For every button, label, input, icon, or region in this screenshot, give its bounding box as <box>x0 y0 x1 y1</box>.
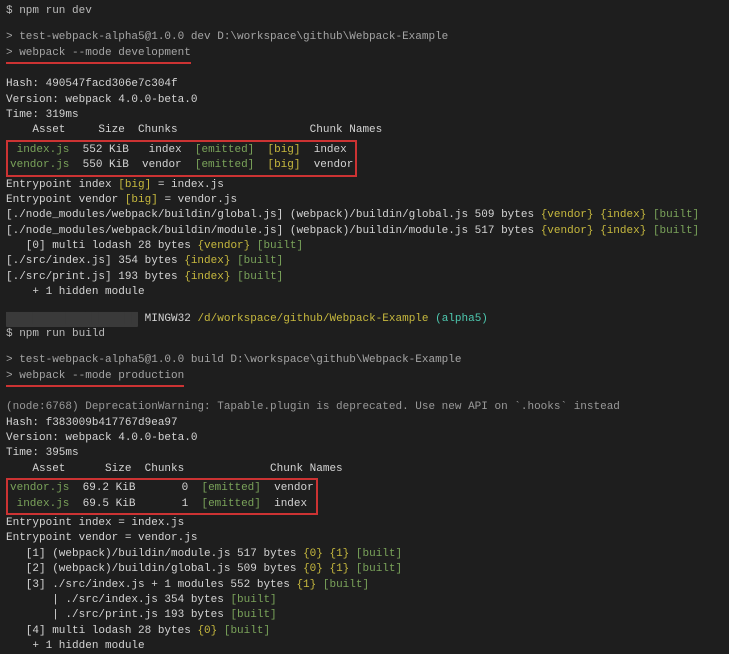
module-line: [./src/print.js] 193 bytes {index} [buil… <box>6 270 723 285</box>
asset-header: Asset Size Chunks Chunk Names <box>6 123 723 138</box>
cwd-path: /d/workspace/github/Webpack-Example <box>197 313 435 325</box>
asset-row: index.js 552 KiB index [emitted] [big] i… <box>10 143 353 158</box>
asset-size: 69.5 KiB <box>83 498 136 510</box>
blank-line <box>6 301 723 312</box>
asset-size: 550 KiB <box>83 159 129 171</box>
module-line: [./node_modules/webpack/buildin/global.j… <box>6 208 723 223</box>
big-tag: [big] <box>268 144 301 156</box>
module-line: [4] multi lodash 28 bytes {0} [built] <box>6 624 723 639</box>
blank-line <box>6 66 723 77</box>
big-tag: [big] <box>267 159 300 171</box>
webpack-prod-command-highlight: > webpack --mode production <box>6 369 184 387</box>
dev-assets-highlight-box: index.js 552 KiB index [emitted] [big] i… <box>6 140 357 177</box>
chunk-name: vendor <box>274 482 314 494</box>
shell-prompt-line: ████████████████████ MINGW32 /d/workspac… <box>6 312 723 327</box>
deprecation-warning: (node:6768) DeprecationWarning: Tapable.… <box>6 400 723 415</box>
command-line[interactable]: $ npm run build <box>6 327 723 342</box>
command-line[interactable]: $ npm run dev <box>6 4 723 19</box>
emitted-tag: [emitted] <box>201 482 260 494</box>
asset-name: index.js <box>10 498 69 510</box>
entrypoint-line: Entrypoint index [big] = index.js <box>6 178 723 193</box>
hidden-modules-line: + 1 hidden module <box>6 285 723 300</box>
git-branch: (alpha5) <box>435 313 488 325</box>
asset-chunk: index <box>149 144 182 156</box>
time-line: Time: 395ms <box>6 446 723 461</box>
chunk-name: vendor <box>314 159 354 171</box>
entrypoint-line: Entrypoint vendor = vendor.js <box>6 531 723 546</box>
asset-size: 552 KiB <box>83 144 129 156</box>
emitted-tag: [emitted] <box>195 159 254 171</box>
build-assets-highlight-box: vendor.js 69.2 KiB 0 [emitted] vendor in… <box>6 478 318 515</box>
asset-row: index.js 69.5 KiB 1 [emitted] index <box>10 497 314 512</box>
asset-chunk: vendor <box>142 159 182 171</box>
module-line: [2] (webpack)/buildin/global.js 509 byte… <box>6 562 723 577</box>
entrypoint-line: Entrypoint vendor [big] = vendor.js <box>6 193 723 208</box>
emitted-tag: [emitted] <box>201 498 260 510</box>
version-line: Version: webpack 4.0.0-beta.0 <box>6 93 723 108</box>
emitted-tag: [emitted] <box>195 144 254 156</box>
asset-row: vendor.js 69.2 KiB 0 [emitted] vendor <box>10 481 314 496</box>
version-line: Version: webpack 4.0.0-beta.0 <box>6 431 723 446</box>
hidden-modules-line: + 1 hidden module <box>6 639 723 654</box>
module-line: [1] (webpack)/buildin/module.js 517 byte… <box>6 547 723 562</box>
webpack-dev-command-highlight: > webpack --mode development <box>6 46 191 64</box>
module-line: | ./src/index.js 354 bytes [built] <box>6 593 723 608</box>
module-line: [./src/index.js] 354 bytes {index} [buil… <box>6 254 723 269</box>
entrypoint-line: Entrypoint index = index.js <box>6 516 723 531</box>
asset-header: Asset Size Chunks Chunk Names <box>6 462 723 477</box>
blank-line <box>6 19 723 30</box>
hash-line: Hash: 490547facd306e7c304f <box>6 77 723 92</box>
asset-name: vendor.js <box>10 159 69 171</box>
module-line: | ./src/print.js 193 bytes [built] <box>6 608 723 623</box>
blank-line <box>6 342 723 353</box>
hash-line: Hash: f383009b417767d9ea97 <box>6 416 723 431</box>
webpack-run-line: > webpack --mode production <box>6 369 184 384</box>
module-line: [3] ./src/index.js + 1 modules 552 bytes… <box>6 578 723 593</box>
webpack-run-line: > webpack --mode development <box>6 46 191 61</box>
time-line: Time: 319ms <box>6 108 723 123</box>
mingw-label: MINGW32 <box>138 313 197 325</box>
asset-name: index.js <box>10 144 69 156</box>
module-line: [0] multi lodash 28 bytes {vendor} [buil… <box>6 239 723 254</box>
chunk-name: index <box>274 498 307 510</box>
asset-name: vendor.js <box>10 482 69 494</box>
module-line: [./node_modules/webpack/buildin/module.j… <box>6 224 723 239</box>
asset-row: vendor.js 550 KiB vendor [emitted] [big]… <box>10 158 353 173</box>
npm-script-line: > test-webpack-alpha5@1.0.0 dev D:\works… <box>6 30 723 45</box>
blank-line <box>6 389 723 400</box>
asset-size: 69.2 KiB <box>83 482 136 494</box>
blurred-user: ████████████████████ <box>6 312 138 327</box>
chunk-name: index <box>314 144 347 156</box>
npm-script-line: > test-webpack-alpha5@1.0.0 build D:\wor… <box>6 353 723 368</box>
